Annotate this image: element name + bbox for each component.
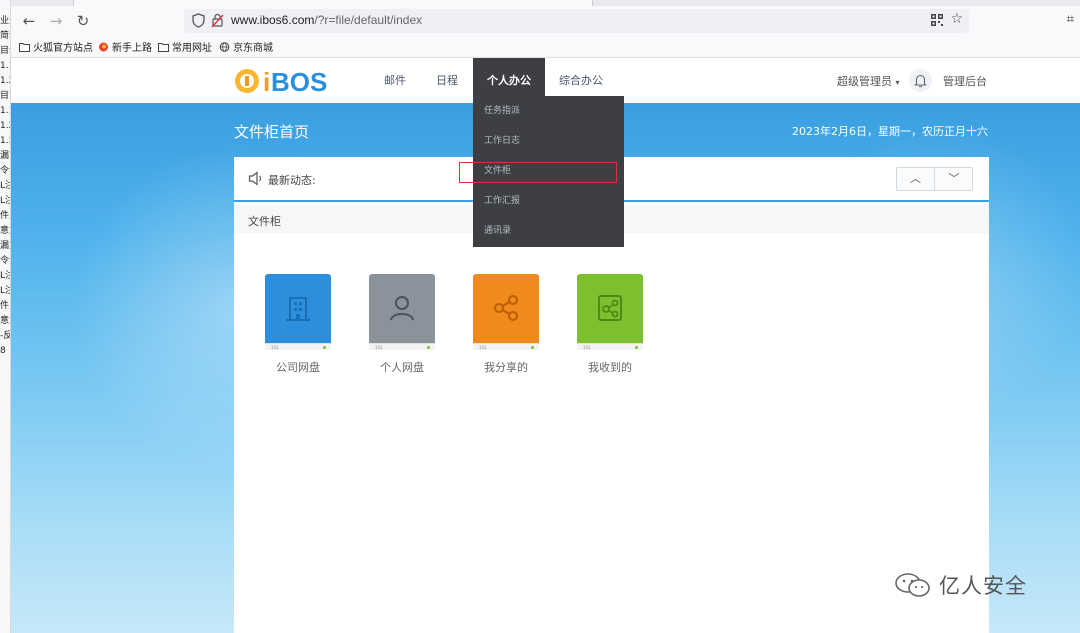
user-menu[interactable]: 超级管理员 ▾ — [837, 73, 900, 89]
chevron-down-icon: ▾ — [895, 78, 900, 87]
page-title: 文件柜首页 — [234, 123, 310, 141]
menu-item-work-log[interactable]: 工作日志 — [473, 126, 624, 156]
bookmark-item[interactable]: 常用网址 — [158, 39, 212, 54]
left-fragment: 目前 — [0, 91, 10, 101]
left-fragment: 件上 — [0, 211, 10, 221]
bookmark-item[interactable]: 火狐官方站点 — [19, 39, 93, 54]
bookmark-star-icon[interactable]: ☆ — [950, 11, 963, 27]
drive-book: 101 — [577, 274, 643, 350]
drive-label: 我分享的 — [484, 361, 528, 374]
reload-icon[interactable]: ↻ — [73, 11, 93, 31]
folder-icon — [158, 42, 169, 52]
building-icon — [286, 297, 310, 321]
annotation-highlight-box — [459, 162, 617, 183]
left-fragment: -反 — [0, 331, 10, 341]
notification-button[interactable] — [909, 69, 932, 92]
svg-text:BOS: BOS — [271, 67, 327, 96]
wechat-icon — [895, 573, 930, 597]
news-prev-button[interactable]: ︿ — [897, 168, 935, 190]
svg-text:i: i — [263, 67, 270, 96]
left-window-strip: 业务简介目介1.11.2目前1.11.21.3漏审令注L注L注件上意文漏复令注L… — [0, 0, 11, 633]
drive-label: 我收到的 — [588, 361, 632, 374]
drive-label: 个人网盘 — [380, 361, 424, 374]
left-fragment: 漏审 — [0, 151, 10, 161]
speaker-icon — [248, 171, 262, 186]
left-fragment: 令注 — [0, 256, 10, 266]
nav-calendar[interactable]: 日程 — [427, 58, 467, 103]
user-name: 超级管理员 — [837, 75, 892, 88]
bell-icon — [914, 74, 927, 88]
left-fragment: 意文 — [0, 226, 10, 236]
drive-label: 公司网盘 — [276, 361, 320, 374]
menu-item-contacts[interactable]: 通讯录 — [473, 216, 624, 246]
left-fragment: 令注 — [0, 166, 10, 176]
user-icon — [390, 296, 414, 321]
left-fragment: 1.1 — [0, 61, 10, 71]
left-fragment: L注 — [0, 286, 10, 296]
news-pager: ︿ ﹀ — [896, 167, 973, 191]
shield-icon — [192, 13, 205, 28]
folder-icon — [19, 42, 30, 52]
bookmarks-bar: 火狐官方站点 新手上路 常用网址 京东商城 — [11, 36, 1080, 58]
browser-toolbar: ← → ↻ www.ibos6.com/?r=file/default/inde… — [11, 6, 1080, 36]
left-fragment: 1.2 — [0, 76, 10, 86]
chevron-up-icon: ︿ — [910, 172, 921, 185]
left-fragment: L注 — [0, 181, 10, 191]
left-fragment: 8 — [0, 346, 6, 356]
nav-personal-office-label: 个人办公 — [487, 74, 531, 87]
drive-book: 101 — [265, 274, 331, 350]
news-label: 最新动态: — [268, 174, 316, 187]
screenshot-icon[interactable]: ⌗ — [1067, 12, 1074, 27]
left-fragment: 漏复 — [0, 241, 10, 251]
left-fragment: 1.3 — [0, 136, 10, 146]
firefox-icon — [99, 42, 108, 51]
news-next-button[interactable]: ﹀ — [935, 168, 973, 190]
bookmark-item[interactable]: 京东商城 — [219, 39, 273, 54]
bookmark-item[interactable]: 新手上路 — [98, 39, 152, 54]
left-fragment: 业务 — [0, 16, 10, 26]
left-fragment: 1.1 — [0, 106, 10, 116]
drive-book: 101 — [473, 274, 539, 350]
back-icon[interactable]: ← — [19, 11, 39, 31]
admin-console-link[interactable]: 管理后台 — [943, 73, 987, 89]
drive-received[interactable]: 101 我收到的 — [575, 274, 645, 375]
left-fragment: 简介 — [0, 31, 10, 41]
drive-personal[interactable]: 101 个人网盘 — [367, 274, 437, 375]
drive-book: 101 — [369, 274, 435, 350]
watermark: 亿人安全 — [893, 570, 1027, 600]
qr-code-icon[interactable] — [931, 14, 943, 26]
nav-mail[interactable]: 邮件 — [375, 58, 415, 103]
received-icon — [598, 295, 622, 321]
left-fragment: 意文 — [0, 316, 10, 326]
share-icon — [494, 295, 518, 321]
left-fragment: L注 — [0, 196, 10, 206]
menu-item-work-report[interactable]: 工作汇报 — [473, 186, 624, 216]
page-date: 2023年2月6日，星期一，农历正月十六 — [792, 125, 988, 138]
drive-shared[interactable]: 101 我分享的 — [471, 274, 541, 375]
url-text: www.ibos6.com/?r=file/default/index — [231, 13, 423, 27]
chevron-down-icon: ﹀ — [948, 172, 960, 185]
drive-company[interactable]: 101 公司网盘 — [263, 274, 333, 375]
left-fragment: 1.2 — [0, 121, 10, 131]
left-fragment: 件上 — [0, 301, 10, 311]
lock-warning-icon — [211, 13, 224, 28]
section-label: 文件柜 — [248, 215, 281, 228]
address-bar[interactable]: www.ibos6.com/?r=file/default/index ☆ — [184, 9, 969, 33]
watermark-text: 亿人安全 — [939, 574, 1027, 598]
globe-icon — [219, 41, 230, 52]
forward-icon[interactable]: → — [46, 11, 66, 31]
left-fragment: L注 — [0, 271, 10, 281]
left-fragment: 目介 — [0, 46, 10, 56]
menu-item-task-assign[interactable]: 任务指派 — [473, 96, 624, 126]
ibos-logo[interactable]: i BOS — [233, 66, 341, 96]
